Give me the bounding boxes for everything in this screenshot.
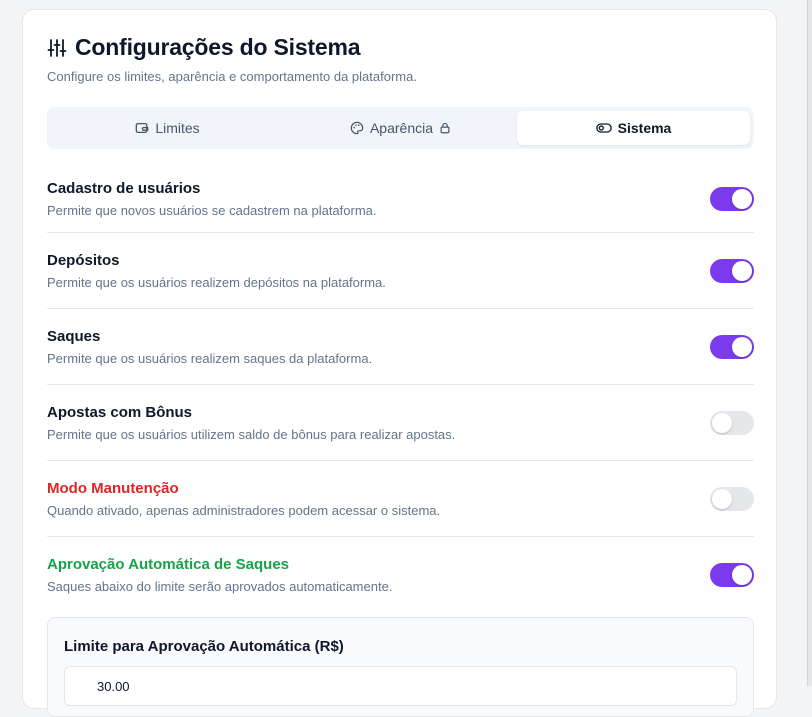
setting-title: Saques (47, 327, 101, 345)
setting-depositos: Depósitos Permite que os usuários realiz… (47, 233, 754, 309)
apostas-bonus-toggle[interactable] (710, 410, 754, 435)
sliders-icon (47, 38, 67, 58)
setting-title: Apostas com Bônus (47, 403, 193, 421)
toggle-icon (595, 121, 612, 135)
tabs: Limites Aparência Sistema (47, 107, 754, 149)
setting-description: Permite que os usuários realizem saques … (47, 350, 373, 366)
setting-aprovacao-automatica: Aprovação Automática de Saques Saques ab… (47, 537, 754, 613)
setting-title: Depósitos (47, 251, 120, 269)
aprovacao-automatica-toggle[interactable] (710, 563, 754, 587)
tab-label: Limites (155, 120, 200, 136)
page-subtitle: Configure os limites, aparência e compor… (47, 69, 417, 84)
setting-title: Cadastro de usuários (47, 180, 201, 197)
tab-sistema[interactable]: Sistema (517, 111, 750, 145)
setting-description: Permite que novos usuários se cadastrem … (47, 203, 377, 218)
lock-icon (439, 122, 451, 134)
header: Configurações do Sistema Configure os li… (47, 34, 417, 84)
limit-label: Limite para Aprovação Automática (R$) (64, 638, 344, 655)
setting-title: Aprovação Automática de Saques (47, 556, 290, 573)
cadastro-toggle[interactable] (710, 187, 754, 211)
settings-list: Cadastro de usuários Permite que novos u… (47, 166, 754, 613)
limit-input[interactable] (64, 666, 737, 706)
tab-aparencia[interactable]: Aparência (284, 111, 517, 145)
tab-label: Aparência (369, 120, 434, 136)
setting-apostas-bonus: Apostas com Bônus Permite que os usuário… (47, 385, 754, 461)
setting-description: Saques abaixo do limite serão aprovados … (47, 579, 393, 594)
setting-manutencao: Modo Manutenção Quando ativado, apenas a… (47, 461, 754, 537)
page-title: Configurações do Sistema (75, 34, 361, 60)
saques-toggle[interactable] (710, 334, 754, 359)
auto-approval-limit-panel: Limite para Aprovação Automática (R$) (47, 617, 754, 717)
setting-description: Permite que os usuários realizem depósit… (47, 274, 386, 290)
manutencao-toggle[interactable] (710, 486, 754, 511)
setting-description: Quando ativado, apenas administradores p… (47, 502, 441, 518)
wallet-icon (135, 121, 149, 135)
tab-label: Sistema (617, 120, 672, 136)
depositos-toggle[interactable] (710, 258, 754, 283)
settings-card: Configurações do Sistema Configure os li… (22, 9, 777, 717)
setting-title: Modo Manutenção (47, 479, 179, 497)
setting-saques: Saques Permite que os usuários realizem … (47, 309, 754, 385)
scrollbar[interactable] (807, 0, 812, 686)
setting-cadastro: Cadastro de usuários Permite que novos u… (47, 166, 754, 233)
palette-icon (350, 121, 364, 135)
setting-description: Permite que os usuários utilizem saldo d… (47, 426, 456, 442)
tab-limites[interactable]: Limites (51, 111, 284, 145)
